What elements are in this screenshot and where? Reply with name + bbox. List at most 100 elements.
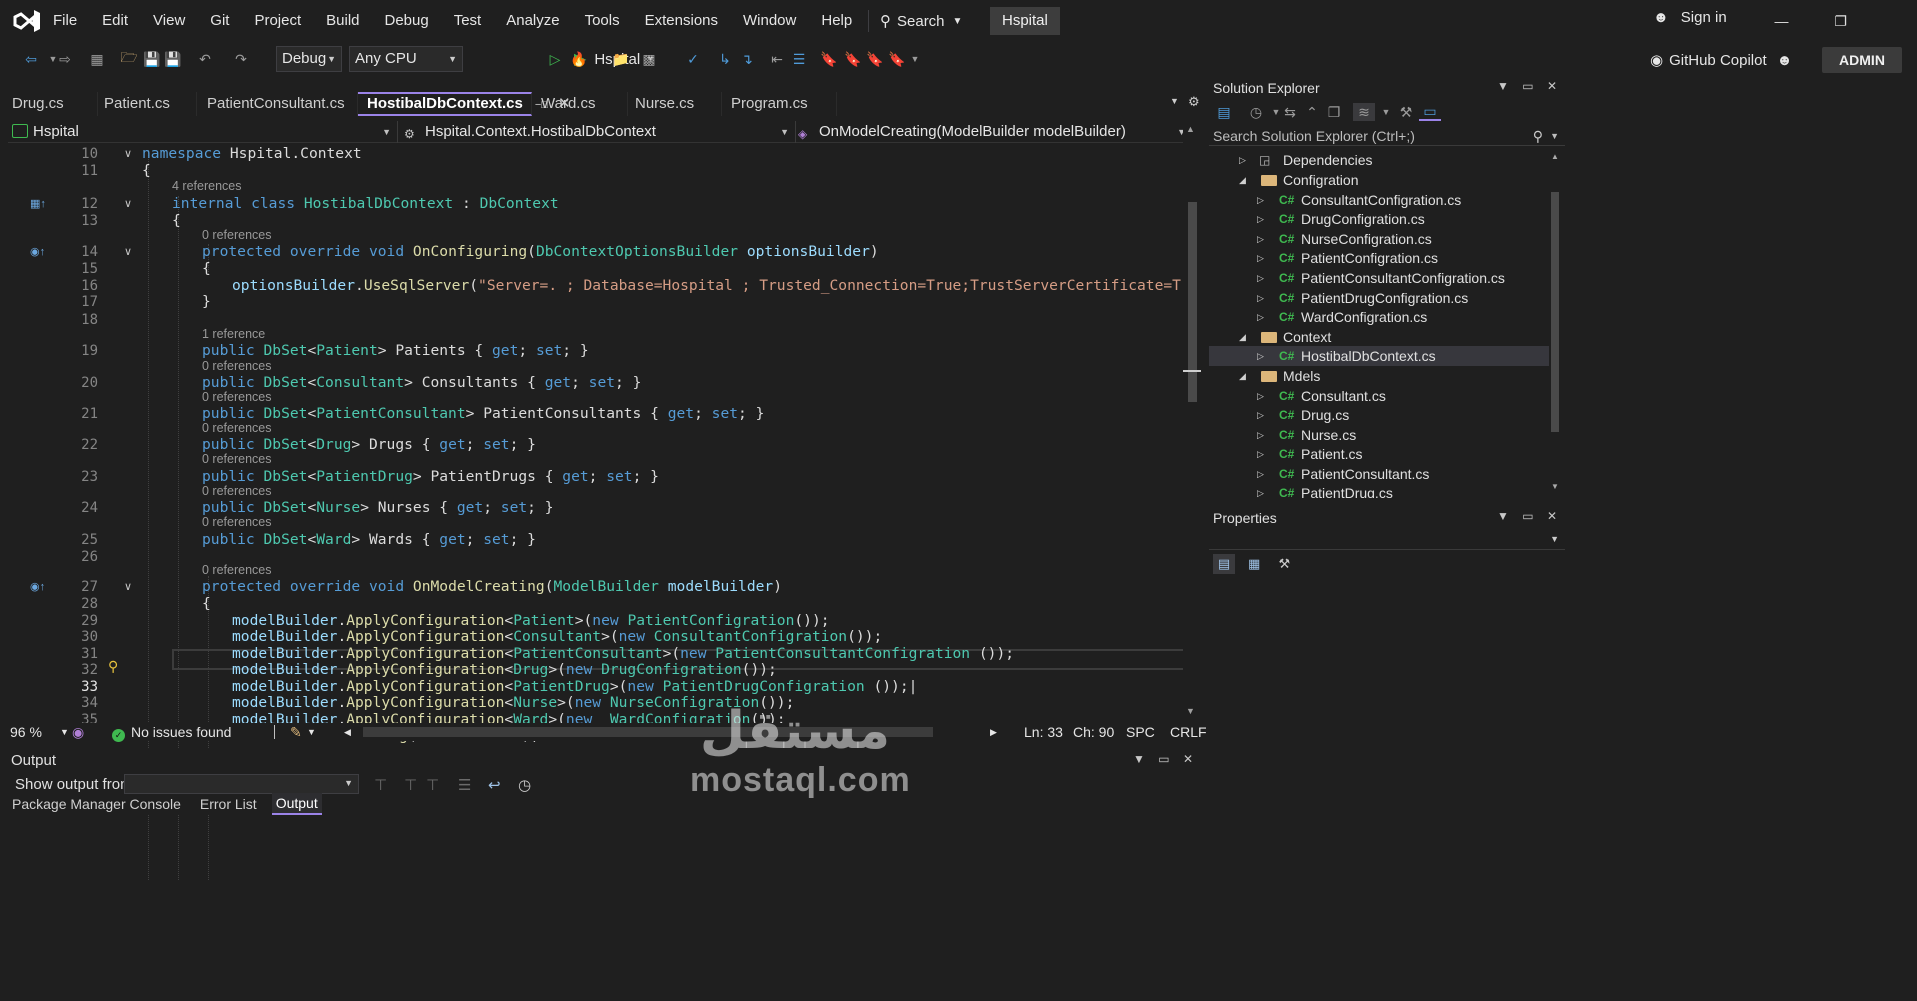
tree-node-file[interactable]: ▷ C# PatientConsultantConfigration.cs: [1209, 268, 1549, 288]
chevron-down-icon[interactable]: ▼: [307, 723, 316, 741]
expand-chevron-icon[interactable]: ▷: [1257, 405, 1264, 425]
expand-chevron-icon[interactable]: ▷: [1257, 483, 1264, 498]
editor-horizontal-scrollbar[interactable]: [363, 727, 933, 737]
step-into-icon[interactable]: ↳: [716, 50, 734, 68]
tab-nurse-cs[interactable]: Nurse.cs: [626, 92, 722, 116]
gear-icon[interactable]: ⚙: [1188, 94, 1200, 110]
collapse-all-icon[interactable]: ⌃: [1303, 103, 1321, 121]
code-cleanup-icon[interactable]: ✎: [290, 723, 302, 741]
hot-reload-icon[interactable]: 🔥: [570, 50, 588, 68]
tree-node-file[interactable]: ▷ C# PatientDrugConfigration.cs: [1209, 288, 1549, 308]
codelens-references[interactable]: 0 references: [202, 358, 271, 374]
sign-in-button[interactable]: ☻ Sign in: [1653, 9, 1727, 26]
tab-package-manager-console[interactable]: Package Manager Console: [8, 794, 185, 814]
menu-file[interactable]: File: [53, 0, 90, 42]
navigate-back-icon[interactable]: ⇦: [22, 50, 40, 68]
preview-icon[interactable]: ▭: [1419, 103, 1441, 121]
chevron-down-icon[interactable]: ▼: [1133, 752, 1145, 766]
pending-changes-icon[interactable]: ◷: [1247, 103, 1265, 121]
tree-node-configration[interactable]: ◢ Configration: [1209, 170, 1549, 190]
undo-icon[interactable]: ↶: [196, 50, 214, 68]
column-indicator[interactable]: Ch: 90: [1073, 723, 1114, 741]
scrollbar-thumb[interactable]: [1551, 192, 1559, 432]
menu-edit[interactable]: Edit: [102, 0, 141, 42]
chevron-down-icon[interactable]: ▼: [60, 723, 69, 741]
open-file-icon[interactable]: 🗁: [120, 49, 138, 68]
tree-node-file[interactable]: ▷ C# PatientConfigration.cs: [1209, 248, 1549, 268]
tree-node-file[interactable]: ▷ C# NurseConfigration.cs: [1209, 229, 1549, 249]
menu-view[interactable]: View: [153, 0, 198, 42]
close-icon[interactable]: ✕: [1183, 752, 1193, 766]
tab-output[interactable]: Output: [271, 793, 322, 815]
tree-node-file[interactable]: ▷ C# PatientDrug.cs: [1209, 483, 1549, 498]
menu-test[interactable]: Test: [454, 0, 495, 42]
chevron-down-icon[interactable]: ▼: [906, 50, 924, 68]
next-message-icon[interactable]: ⊤: [426, 776, 439, 794]
categorized-icon[interactable]: ▤: [1213, 554, 1235, 574]
github-copilot-button[interactable]: ◉ GitHub Copilot ☻: [1650, 47, 1792, 73]
scroll-down-icon[interactable]: ▼: [1186, 706, 1195, 716]
spell-check-icon[interactable]: ✓: [684, 50, 702, 68]
word-wrap-icon[interactable]: ↩: [488, 776, 501, 794]
expand-chevron-icon[interactable]: ▷: [1257, 425, 1264, 445]
tab-error-list[interactable]: Error List: [196, 794, 261, 814]
chevron-down-icon[interactable]: ▼: [1377, 103, 1395, 121]
solution-name-badge[interactable]: Hspital: [990, 7, 1060, 35]
find-message-icon[interactable]: ⊤: [374, 776, 387, 794]
tree-node-file[interactable]: ▷ C# ConsultantConfigration.cs: [1209, 190, 1549, 210]
save-icon[interactable]: 💾: [143, 50, 161, 68]
search-button[interactable]: ⚲ Search ▼: [880, 8, 962, 34]
sync-icon[interactable]: ⇆: [1281, 103, 1299, 121]
object-selector-dropdown[interactable]: ▼: [1209, 530, 1565, 550]
expand-chevron-icon[interactable]: ▷: [1257, 346, 1264, 366]
filter-icon[interactable]: ≋: [1353, 103, 1375, 121]
menu-help[interactable]: Help: [821, 0, 865, 42]
expand-chevron-icon[interactable]: ▷: [1257, 307, 1264, 327]
pin-icon[interactable]: ▭: [1522, 509, 1533, 523]
show-all-files-icon[interactable]: ❐: [1325, 103, 1343, 121]
tab-ward-cs[interactable]: Ward.cs: [532, 92, 628, 116]
configuration-dropdown[interactable]: Debug ▼: [276, 46, 342, 72]
collapse-chevron-icon[interactable]: ◢: [1239, 327, 1246, 347]
visual-studio-logo-icon[interactable]: [12, 8, 42, 34]
tab-list-chevron-icon[interactable]: ▼: [1170, 96, 1179, 106]
scroll-up-icon[interactable]: ▲: [1551, 152, 1559, 161]
tab-hostibaldbcontext-cs[interactable]: HostibalDbContext.cs −□ ✕: [358, 92, 571, 116]
pin-icon[interactable]: ▭: [1522, 79, 1533, 93]
zoom-level[interactable]: 96 %: [10, 723, 42, 741]
menu-project[interactable]: Project: [254, 0, 314, 42]
output-source-dropdown[interactable]: ▼: [124, 774, 359, 794]
previous-message-icon[interactable]: ⊤: [404, 776, 417, 794]
expand-chevron-icon[interactable]: ▷: [1257, 386, 1264, 406]
scroll-up-icon[interactable]: ▲: [1186, 124, 1195, 134]
tree-node-file[interactable]: ▷ C# Patient.cs: [1209, 444, 1549, 464]
step-over-icon[interactable]: ↴: [738, 50, 756, 68]
project-dropdown[interactable]: Hspital ▼: [8, 121, 398, 143]
expand-chevron-icon[interactable]: ▷: [1239, 150, 1246, 170]
expand-chevron-icon[interactable]: ▷: [1257, 209, 1264, 229]
tab-patientconsultant-cs[interactable]: PatientConsultant.cs: [198, 92, 358, 116]
restore-icon[interactable]: ❐: [1813, 0, 1868, 42]
codelens-references[interactable]: 0 references: [202, 562, 271, 578]
issues-indicator[interactable]: ✓ No issues found: [112, 723, 231, 742]
scroll-left-icon[interactable]: ◀: [344, 723, 351, 741]
admin-badge[interactable]: ADMIN: [1822, 47, 1902, 73]
codelens-references[interactable]: 4 references: [172, 178, 241, 194]
tree-node-file[interactable]: ▷ C# PatientConsultant.cs: [1209, 464, 1549, 484]
expand-chevron-icon[interactable]: ▷: [1257, 229, 1264, 249]
codelens-references[interactable]: 0 references: [202, 420, 271, 436]
scroll-down-icon[interactable]: ▼: [1551, 482, 1559, 491]
expand-chevron-icon[interactable]: ▷: [1257, 190, 1264, 210]
platform-dropdown[interactable]: Any CPU ▼: [349, 46, 463, 72]
close-icon[interactable]: ✕: [1547, 509, 1557, 523]
editor-vertical-scrollbar[interactable]: ▲ ▼: [1183, 120, 1201, 720]
menu-tools[interactable]: Tools: [585, 0, 633, 42]
tree-node-file[interactable]: ▷ C# Consultant.cs: [1209, 386, 1549, 406]
solution-explorer-scrollbar[interactable]: ▲ ▼: [1549, 152, 1561, 492]
type-dropdown[interactable]: ⚙ Hspital.Context.HostibalDbContext ▼: [400, 121, 796, 143]
line-ending-indicator[interactable]: CRLF: [1170, 723, 1207, 741]
expand-chevron-icon[interactable]: ▷: [1257, 444, 1264, 464]
chevron-down-icon[interactable]: ▼: [1497, 79, 1509, 93]
search-icon[interactable]: ⚲: [1533, 126, 1543, 146]
line-indicator[interactable]: Ln: 33: [1024, 723, 1063, 741]
